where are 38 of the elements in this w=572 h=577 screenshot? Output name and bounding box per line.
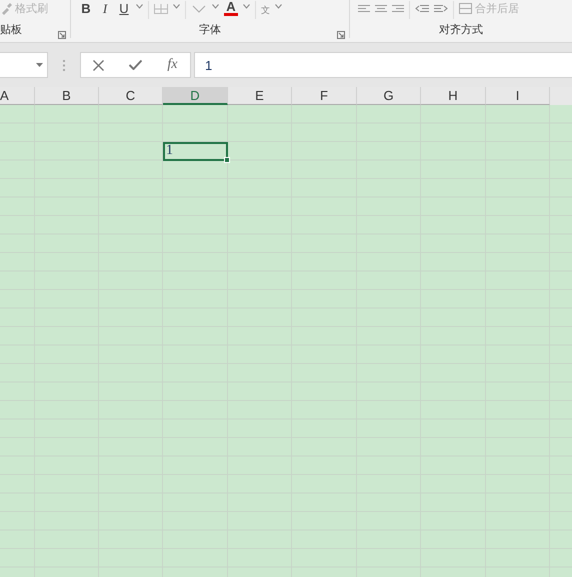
borders-icon[interactable] bbox=[154, 4, 168, 14]
paintbrush-icon bbox=[0, 2, 12, 14]
column-header[interactable]: I bbox=[486, 87, 550, 105]
ribbon-group-label: 贴板 bbox=[0, 22, 22, 37]
column-header[interactable]: F bbox=[292, 87, 357, 105]
column-header[interactable]: D bbox=[163, 87, 228, 105]
cancel-icon[interactable] bbox=[93, 60, 104, 70]
ribbon-group-label: 字体 bbox=[199, 22, 221, 37]
caret-icon bbox=[212, 4, 219, 9]
column-header[interactable]: A bbox=[0, 87, 35, 105]
font-color-button[interactable]: A bbox=[224, 1, 238, 16]
formula-input-field[interactable]: 1 bbox=[194, 52, 572, 78]
caret-icon bbox=[173, 4, 180, 9]
ribbon-group-label: 对齐方式 bbox=[439, 22, 483, 37]
align-center-icon[interactable] bbox=[375, 4, 387, 12]
italic-button[interactable]: I bbox=[98, 1, 112, 17]
drag-handle-icon[interactable] bbox=[63, 60, 65, 70]
decrease-indent-icon[interactable] bbox=[415, 4, 429, 14]
caret-icon bbox=[275, 4, 282, 9]
checkmark-icon[interactable] bbox=[129, 60, 142, 70]
column-header[interactable]: B bbox=[35, 87, 99, 105]
underline-button[interactable]: U bbox=[117, 1, 131, 16]
column-header[interactable]: H bbox=[421, 87, 486, 105]
dialog-launcher-icon[interactable] bbox=[337, 31, 345, 39]
caret-icon bbox=[243, 4, 250, 9]
merge-cells-icon bbox=[459, 3, 472, 14]
dialog-launcher-icon[interactable] bbox=[58, 31, 66, 39]
increase-indent-icon[interactable] bbox=[434, 4, 448, 14]
bold-button[interactable]: B bbox=[79, 1, 93, 16]
column-header[interactable]: C bbox=[99, 87, 163, 105]
insert-function-button[interactable]: fx bbox=[167, 57, 178, 73]
align-left-icon[interactable] bbox=[358, 4, 370, 12]
column-header[interactable]: E bbox=[228, 87, 292, 105]
active-cell[interactable]: 1 bbox=[163, 142, 228, 160]
align-right-icon[interactable] bbox=[392, 4, 404, 12]
dropdown-caret-icon[interactable] bbox=[36, 63, 43, 67]
caret-icon bbox=[136, 4, 143, 9]
column-header[interactable]: G bbox=[357, 87, 421, 105]
